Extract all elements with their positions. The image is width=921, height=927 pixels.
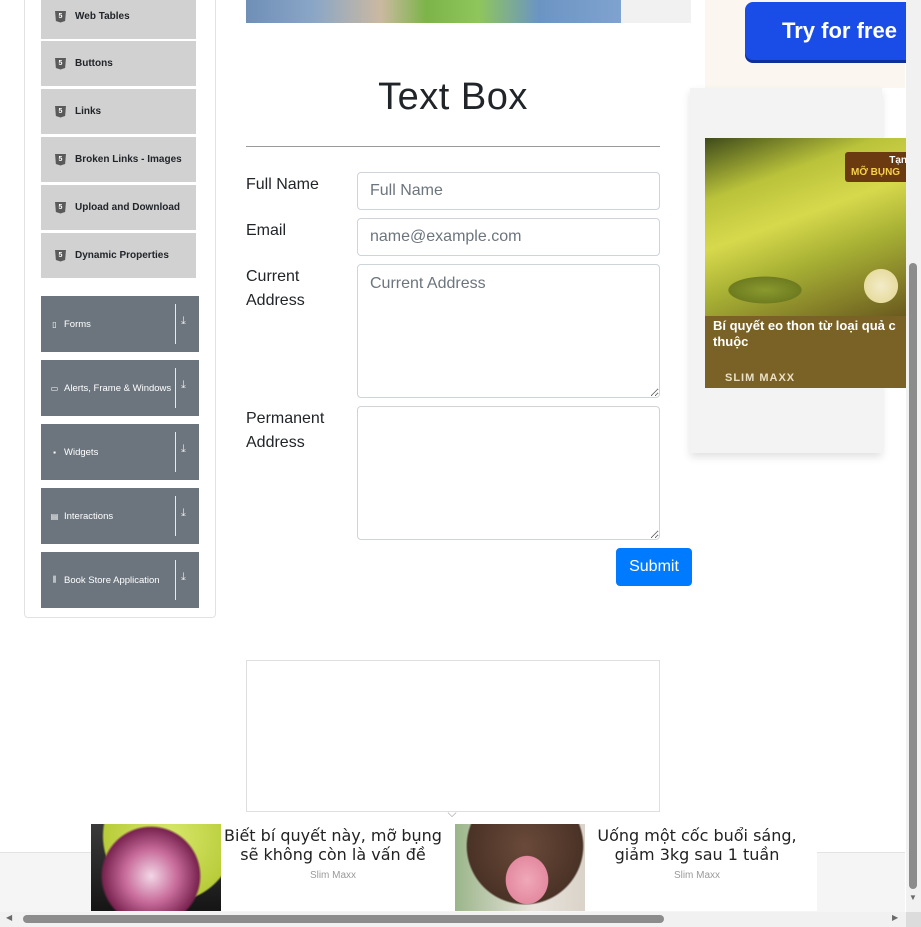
ad-headline-line2: thuộc <box>713 334 749 349</box>
sidebar-group-alerts[interactable]: ▭ Alerts, Frame & Windows ⤓ <box>41 360 199 416</box>
separator <box>175 304 176 344</box>
download-arrow-icon: ⤓ <box>181 571 186 583</box>
email-input[interactable] <box>357 218 660 256</box>
sidebar-group-label: Forms <box>64 318 91 330</box>
window-icon: ▭ <box>50 383 59 393</box>
horizontal-scroll-thumb[interactable] <box>23 915 664 923</box>
html5-icon: 5 <box>55 57 66 70</box>
sidebar-item-buttons[interactable]: 5 Buttons <box>41 41 196 86</box>
full-name-input[interactable] <box>357 172 660 210</box>
permanent-address-textarea[interactable] <box>357 406 660 540</box>
html5-icon: 5 <box>55 153 66 166</box>
vertical-scroll-thumb[interactable] <box>909 263 917 889</box>
html5-icon: 5 <box>55 201 66 214</box>
download-arrow-icon: ⤓ <box>181 443 186 455</box>
sidebar-item-label: Broken Links - Images <box>75 154 182 165</box>
sidebar-item-dynamic-properties[interactable]: 5 Dynamic Properties <box>41 233 196 278</box>
sidebar-group-label: Widgets <box>64 446 99 458</box>
ad-tag-bottom: MỠ BỤNG <box>851 167 901 178</box>
bottom-ad-1[interactable]: Biết bí quyết này, mỡ bụng sẽ không còn … <box>91 824 455 911</box>
bottom-ad-source: Slim Maxx <box>673 870 721 881</box>
submit-button[interactable]: Submit <box>616 548 692 586</box>
ad-headline: Bí quyết eo thon từ loại quả c thuộc <box>713 318 906 350</box>
bottom-ad-headline: Uống một cốc buổi sáng, giảm 3kg sau 1 t… <box>597 826 797 864</box>
scroll-left-arrow-icon[interactable]: ◀ <box>6 913 12 922</box>
separator <box>175 432 176 472</box>
library-icon: ⫼ <box>52 575 57 584</box>
sidebar-group-book-store[interactable]: ⫼ Book Store Application ⤓ <box>41 552 199 608</box>
separator <box>175 368 176 408</box>
sidebar-group-forms[interactable]: ▯ Forms ⤓ <box>41 296 199 352</box>
grid-icon: ▪ <box>53 447 56 457</box>
sidebar-item-web-tables[interactable]: 5 Web Tables <box>41 0 196 39</box>
ad-headline-line1: Bí quyết eo thon từ loại quả c <box>713 318 896 333</box>
email-label: Email <box>246 222 287 239</box>
sidebar-group-widgets[interactable]: ▪ Widgets ⤓ <box>41 424 199 480</box>
download-arrow-icon: ⤓ <box>181 507 186 519</box>
html5-icon: 5 <box>55 249 66 262</box>
ad-tag-top: Tạn <box>889 155 906 166</box>
html5-icon: 5 <box>55 10 66 23</box>
sidebar-item-broken-links[interactable]: 5 Broken Links - Images <box>41 137 196 182</box>
current-address-label: Current Address <box>246 268 305 309</box>
current-address-textarea[interactable] <box>357 264 660 398</box>
separator <box>175 560 176 600</box>
scrollbar-corner <box>906 912 921 927</box>
scroll-right-arrow-icon[interactable]: ▶ <box>892 913 898 922</box>
scroll-down-arrow-icon[interactable]: ▼ <box>909 893 917 902</box>
bottom-ad-headline: Biết bí quyết này, mỡ bụng sẽ không còn … <box>224 826 442 864</box>
html5-icon: 5 <box>55 105 66 118</box>
sidebar-item-links[interactable]: 5 Links <box>41 89 196 134</box>
sidebar-item-label: Buttons <box>75 58 113 69</box>
sidebar-group-label: Alerts, Frame & Windows <box>64 382 172 394</box>
sidebar-item-label: Dynamic Properties <box>75 250 169 261</box>
chevron-down-icon[interactable]: ⌵ <box>444 806 460 822</box>
woman-ad-image <box>455 824 585 911</box>
form-icon: ▯ <box>52 319 57 329</box>
divider <box>246 146 660 147</box>
sidebar-item-label: Web Tables <box>75 11 130 22</box>
sidebar-item-label: Upload and Download <box>75 202 180 213</box>
sidebar-group-label: Book Store Application <box>64 574 160 586</box>
ad-card[interactable]: Tạn MỠ BỤNG Bí quyết eo thon từ loại quả… <box>705 138 906 388</box>
output-panel <box>246 660 660 812</box>
ad-brand: SLIM MAXX <box>725 372 796 384</box>
bottom-ad-source: Slim Maxx <box>309 870 357 881</box>
sidebar-item-label: Links <box>75 106 102 117</box>
sidebar-group-interactions[interactable]: ▤ Interactions ⤓ <box>41 488 199 544</box>
sidebar-item-upload-download[interactable]: 5 Upload and Download <box>41 185 196 230</box>
list-icon: ▤ <box>50 511 59 521</box>
download-arrow-icon: ⤓ <box>181 315 186 327</box>
ad-tag: Tạn MỠ BỤNG <box>845 152 906 182</box>
sidebar-group-label: Interactions <box>64 510 114 522</box>
permanent-address-label: Permanent Address <box>246 410 325 451</box>
bottom-ad-2[interactable]: Uống một cốc buổi sáng, giảm 3kg sau 1 t… <box>455 824 817 911</box>
separator <box>175 496 176 536</box>
banner-gap <box>621 0 691 23</box>
download-arrow-icon: ⤓ <box>181 379 186 391</box>
try-for-free-button[interactable]: Try for free <box>745 2 915 60</box>
page-title: Text Box <box>378 76 528 118</box>
full-name-label: Full Name <box>246 176 319 193</box>
banner-image <box>246 0 621 23</box>
onion-ad-image <box>91 824 221 911</box>
